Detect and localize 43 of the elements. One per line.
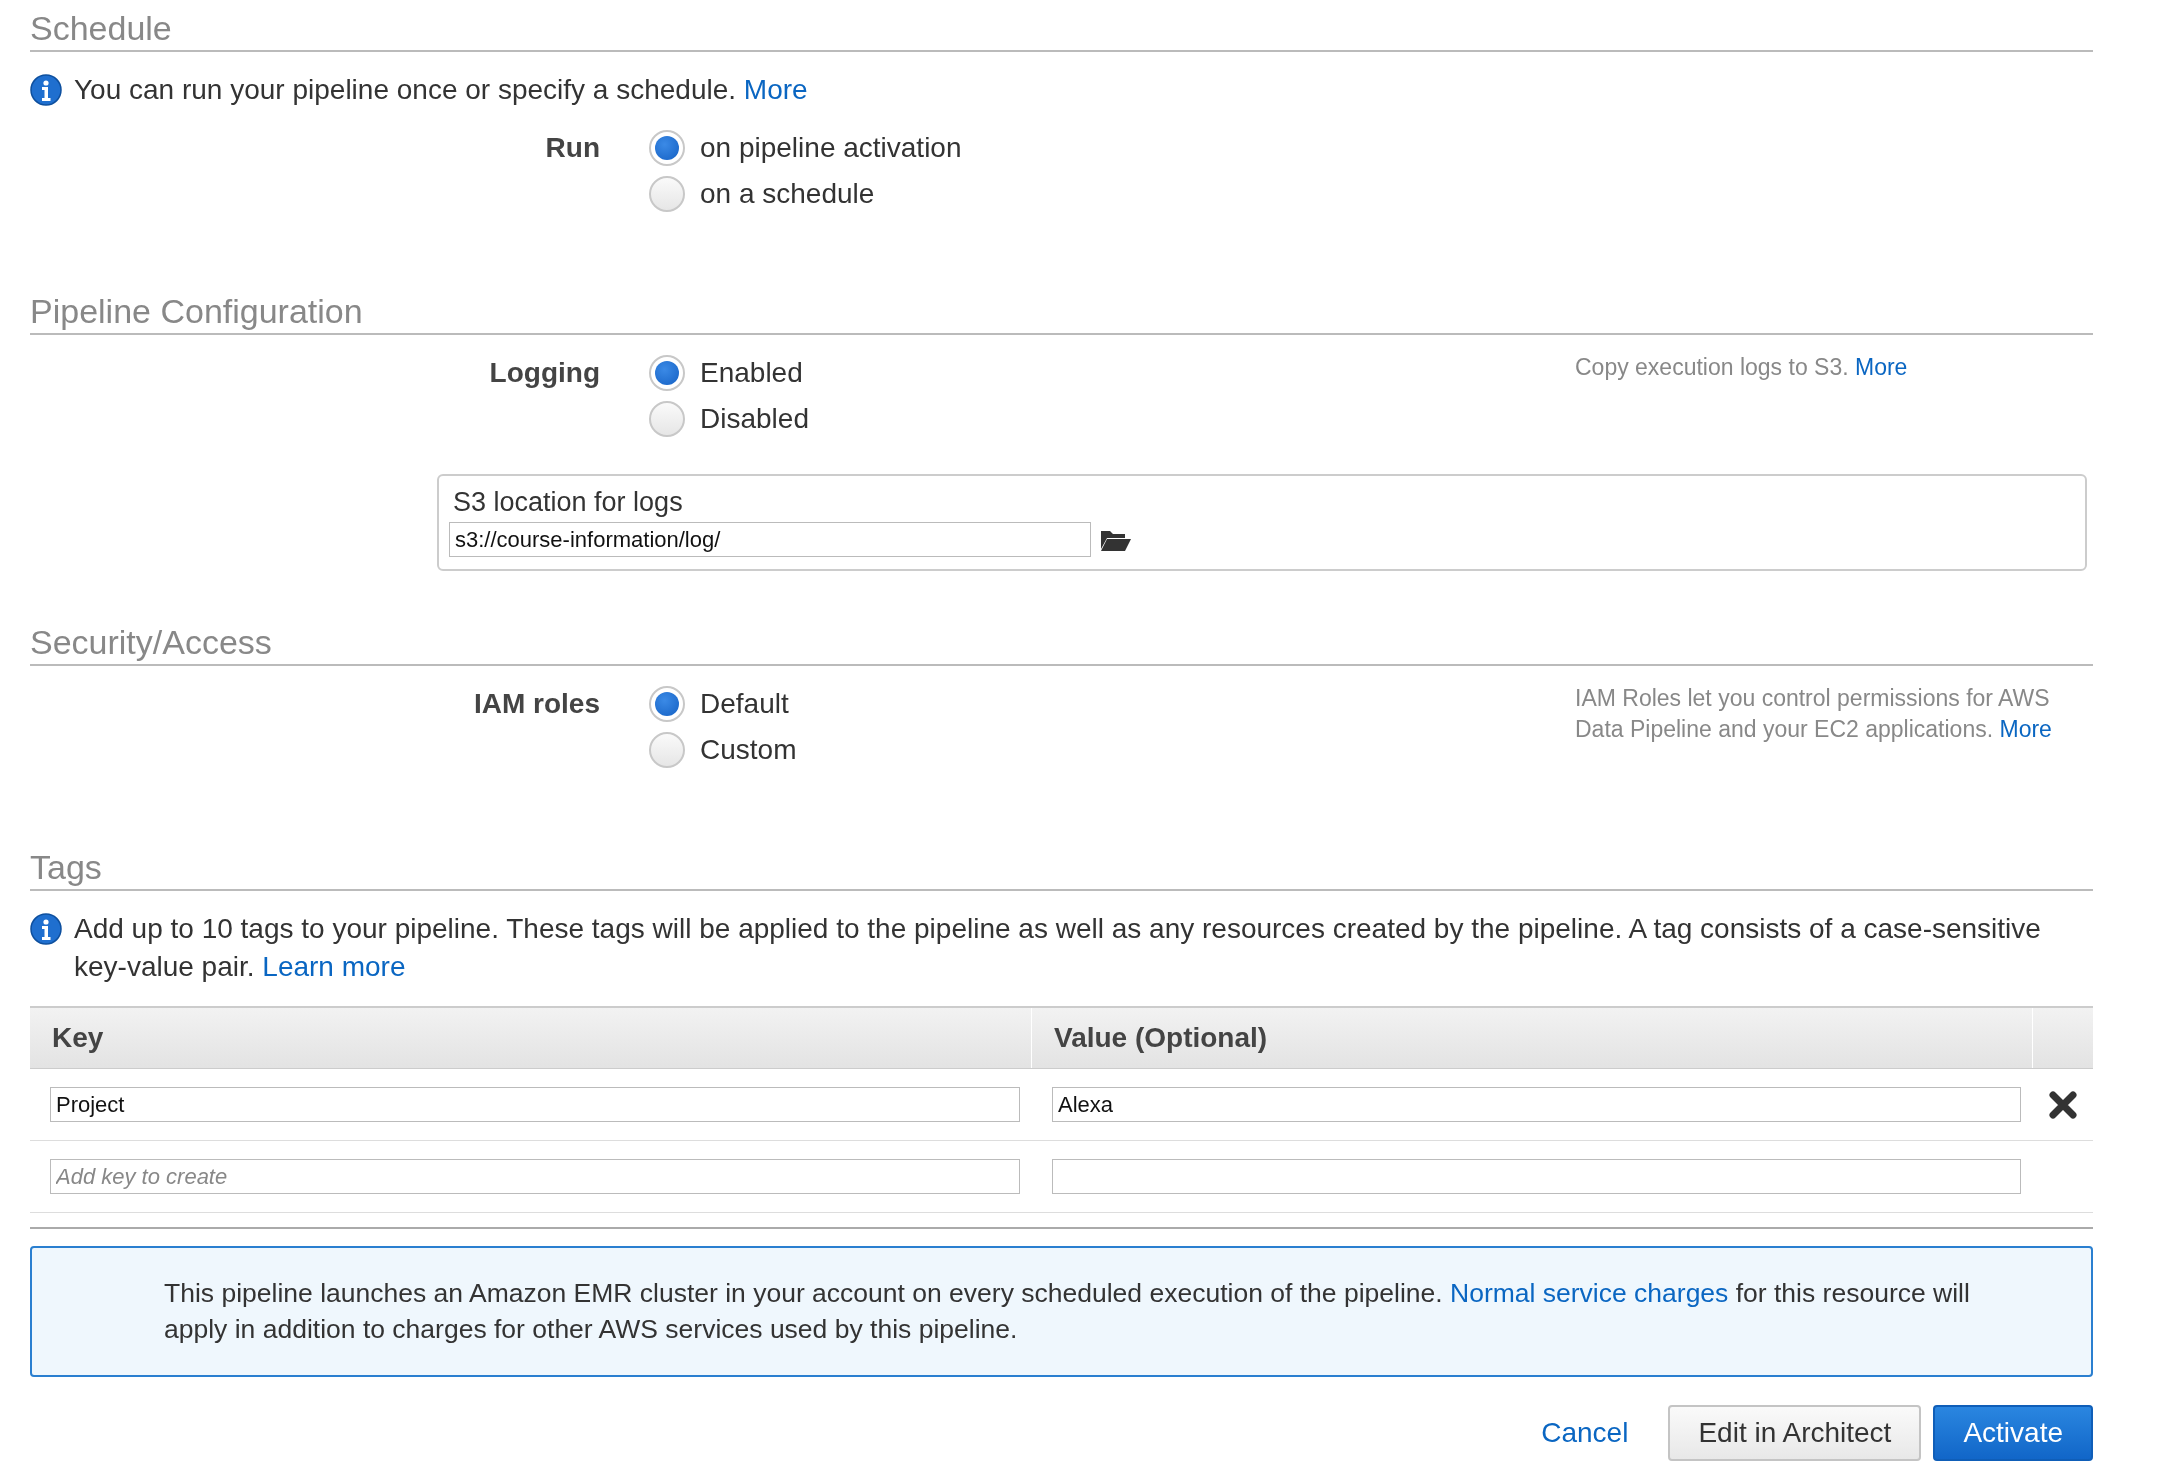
radio-button[interactable] [649, 401, 685, 437]
field-label: Run [544, 131, 600, 165]
column-header: Value (Optional) [1032, 1008, 2033, 1068]
radio-label[interactable]: on a schedule [700, 178, 875, 210]
remove-button[interactable] [2048, 1089, 2078, 1120]
action-button[interactable]: Edit in Architect [1668, 1405, 1922, 1461]
help-text: Copy execution logs to S3. More [1575, 353, 1909, 382]
radio-label[interactable]: Custom [700, 734, 797, 766]
radio-label[interactable]: Default [700, 688, 789, 720]
section-heading: Tags [30, 847, 2093, 891]
radio-button[interactable] [649, 355, 685, 391]
field-label: Logging [488, 356, 600, 390]
section-heading: Schedule [30, 8, 2093, 52]
radio-label[interactable]: Disabled [700, 403, 809, 435]
section-heading: Security/Access [30, 622, 2093, 666]
value-field[interactable] [1052, 1159, 2021, 1194]
radio-button[interactable] [649, 130, 685, 166]
info-text: Add up to 10 tags to your pipeline. These tags will be applied to the pipeline as well as any resources created by the pipeline. A tag consists of a case-sensitive key-value pair. Learn more [74, 912, 2042, 984]
radio-label[interactable]: Enabled [700, 357, 803, 389]
close-icon [2048, 1089, 2078, 1120]
radio-label[interactable]: on pipeline activation [700, 132, 962, 164]
info-text: You can run your pipeline once or specify a schedule. More [74, 73, 808, 107]
radio-button[interactable] [649, 686, 685, 722]
charges-link[interactable]: Normal service charges [1450, 1278, 1729, 1308]
column-header: Key [30, 1008, 1032, 1068]
field-label: IAM roles [472, 687, 600, 721]
notice-text: This pipeline launches an Amazon EMR cluster in your account on every scheduled execution of the pipeline. Normal service charges for this resource will apply in addition to charges for other AWS services used by this pipeline. [164, 1277, 1971, 1346]
radio-button[interactable] [649, 732, 685, 768]
info-icon [30, 74, 62, 106]
field-label: S3 location for logs [452, 486, 684, 519]
more-link[interactable]: More [743, 74, 808, 105]
action-button[interactable]: Activate [1933, 1405, 2093, 1461]
more-link[interactable]: More [1855, 354, 1908, 380]
info-icon [30, 913, 62, 945]
more-link[interactable]: Learn more [262, 951, 406, 982]
cancel-link[interactable]: Cancel [1541, 1417, 1629, 1449]
radio-button[interactable] [649, 176, 685, 212]
more-link[interactable]: More [1999, 716, 2052, 742]
s3-path-field[interactable]: s3://course-information/log/ [449, 522, 1091, 557]
value-field[interactable]: Alexa [1052, 1087, 2021, 1122]
help-text: IAM Roles let you control permissions for AWS Data Pipeline and your EC2 applications. More [1575, 684, 2053, 744]
section-heading: Pipeline Configuration [30, 291, 2093, 335]
key-field[interactable]: Project [50, 1087, 1020, 1122]
